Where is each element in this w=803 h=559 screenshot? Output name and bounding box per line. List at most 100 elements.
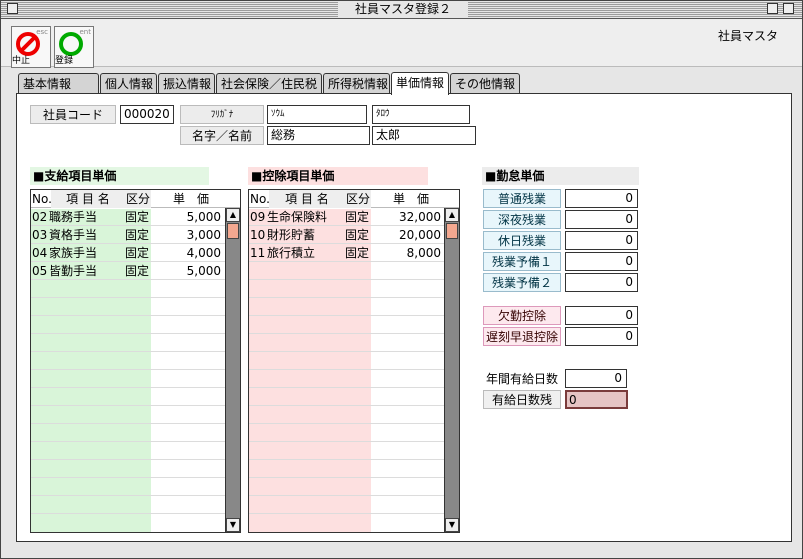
deduction-row[interactable]: [249, 298, 459, 316]
payment-row[interactable]: [31, 442, 240, 460]
deduction-row[interactable]: [249, 460, 459, 478]
tab-basic[interactable]: 基本情報: [18, 73, 99, 95]
tab-income-tax[interactable]: 所得税情報: [323, 73, 390, 95]
payment-cell-price: 3,000: [186, 228, 221, 242]
deduction-row[interactable]: [249, 334, 459, 352]
payment-row[interactable]: [31, 298, 240, 316]
payment-cell-kubun: 固定: [125, 228, 150, 242]
furigana-first-field[interactable]: ﾀﾛｳ: [372, 105, 470, 124]
overtime-reserve2-label: 残業予備２: [483, 273, 561, 292]
furigana-last-field[interactable]: ｿｳﾑ: [267, 105, 367, 124]
deduction-row[interactable]: [249, 406, 459, 424]
deduction-col-price: 単 価: [392, 192, 429, 206]
payment-row[interactable]: 05 皆勤手当 固定 5,000: [31, 262, 240, 280]
scroll-down-icon[interactable]: ▼: [226, 518, 240, 532]
scroll-up-icon[interactable]: ▲: [226, 208, 240, 222]
zoom-box-icon[interactable]: [767, 3, 778, 14]
payment-row[interactable]: [31, 460, 240, 478]
leave-remaining-field[interactable]: 0: [565, 390, 628, 409]
scroll-up-icon[interactable]: ▲: [445, 208, 459, 222]
payment-row[interactable]: 04 家族手当 固定 4,000: [31, 244, 240, 262]
payment-scrollbar[interactable]: ▲ ▼: [225, 208, 240, 532]
absence-deduction-field[interactable]: 0: [565, 306, 638, 325]
payment-scroll-thumb[interactable]: [227, 223, 239, 239]
deduction-cell-name: 生命保険料: [267, 210, 328, 224]
payment-col-price: 単 価: [172, 192, 209, 206]
payment-cell-name: 皆勤手当: [49, 264, 98, 278]
register-button[interactable]: ent 登録: [54, 26, 94, 68]
deduction-scrollbar[interactable]: ▲ ▼: [444, 208, 459, 532]
deduction-cell-kubun: 固定: [345, 210, 370, 224]
deduction-row[interactable]: [249, 262, 459, 280]
payment-row[interactable]: [31, 388, 240, 406]
payment-row[interactable]: [31, 496, 240, 514]
deduction-row[interactable]: [249, 352, 459, 370]
overtime-night-field[interactable]: 0: [565, 210, 638, 229]
toolbar: [1, 19, 802, 67]
cancel-label: 中止: [12, 56, 31, 66]
payment-grid-header: No. 項 目 名 区分 単 価: [31, 190, 240, 208]
overtime-normal-label: 普通残業: [483, 189, 561, 208]
payment-row[interactable]: [31, 478, 240, 496]
tab-personal[interactable]: 個人情報: [100, 73, 157, 95]
tab-other[interactable]: その他情報: [450, 73, 520, 95]
deduction-cell-no: 09: [250, 210, 266, 224]
collapse-box-icon[interactable]: [783, 3, 794, 14]
tab-social-insurance[interactable]: 社会保険／住民税: [216, 73, 322, 95]
deduction-cell-price: 20,000: [399, 228, 441, 242]
payment-row[interactable]: [31, 370, 240, 388]
payment-grid-rows: 02 職務手当 固定 5,000 03 資格手当 固定 3,000 04 家族手当 固定 4,000 0…: [31, 208, 240, 514]
employee-code-label: 社員コード: [30, 105, 116, 124]
payment-cell-name: 家族手当: [49, 246, 98, 260]
scroll-down-icon[interactable]: ▼: [445, 518, 459, 532]
deduction-cell-kubun: 固定: [345, 228, 370, 242]
payment-row[interactable]: [31, 424, 240, 442]
tab-transfer[interactable]: 振込情報: [158, 73, 215, 95]
deduction-row[interactable]: 10 財形貯蓄 固定 20,000: [249, 226, 459, 244]
deduction-row[interactable]: 09 生命保険料 固定 32,000: [249, 208, 459, 226]
deduction-row[interactable]: [249, 280, 459, 298]
absence-deduction-label: 欠勤控除: [483, 306, 561, 325]
close-box-icon[interactable]: [7, 3, 18, 14]
payment-row[interactable]: [31, 334, 240, 352]
overtime-holiday-field[interactable]: 0: [565, 231, 638, 250]
deduction-row[interactable]: 11 旅行積立 固定 8,000: [249, 244, 459, 262]
screen-name: 社員マスタ: [718, 29, 779, 43]
payment-row[interactable]: [31, 352, 240, 370]
late-early-deduction-field[interactable]: 0: [565, 327, 638, 346]
deduction-row[interactable]: [249, 316, 459, 334]
overtime-reserve1-field[interactable]: 0: [565, 252, 638, 271]
overtime-normal-field[interactable]: 0: [565, 189, 638, 208]
overtime-reserve2-field[interactable]: 0: [565, 273, 638, 292]
deduction-cell-price: 8,000: [406, 246, 441, 260]
deduction-row[interactable]: [249, 478, 459, 496]
payment-col-no: No.: [32, 192, 52, 206]
payment-cell-price: 5,000: [186, 210, 221, 224]
deduction-scroll-thumb[interactable]: [446, 223, 458, 239]
register-label: 登録: [55, 56, 74, 66]
deduction-row[interactable]: [249, 370, 459, 388]
payment-row[interactable]: 02 職務手当 固定 5,000: [31, 208, 240, 226]
deduction-row[interactable]: [249, 424, 459, 442]
deduction-col-kubun: 区分: [345, 190, 371, 208]
deduction-row[interactable]: [249, 442, 459, 460]
deduction-row[interactable]: [249, 388, 459, 406]
deduction-cell-kubun: 固定: [345, 246, 370, 260]
payment-cell-price: 4,000: [186, 246, 221, 260]
payment-row[interactable]: [31, 280, 240, 298]
employee-code-field[interactable]: 000020: [120, 105, 174, 124]
first-name-field[interactable]: 太郎: [372, 126, 476, 145]
leave-remaining-label: 有給日数残: [483, 390, 561, 409]
payment-cell-name: 職務手当: [49, 210, 98, 224]
annual-leave-field[interactable]: 0: [565, 369, 627, 388]
payment-row[interactable]: 03 資格手当 固定 3,000: [31, 226, 240, 244]
payment-cell-kubun: 固定: [125, 210, 150, 224]
payment-cell-kubun: 固定: [125, 246, 150, 260]
last-name-field[interactable]: 総務: [267, 126, 370, 145]
payment-row[interactable]: [31, 316, 240, 334]
deduction-cell-price: 32,000: [399, 210, 441, 224]
cancel-button[interactable]: esc 中止: [11, 26, 51, 68]
payment-row[interactable]: [31, 406, 240, 424]
deduction-row[interactable]: [249, 496, 459, 514]
tab-unit-price[interactable]: 単価情報: [391, 72, 449, 95]
